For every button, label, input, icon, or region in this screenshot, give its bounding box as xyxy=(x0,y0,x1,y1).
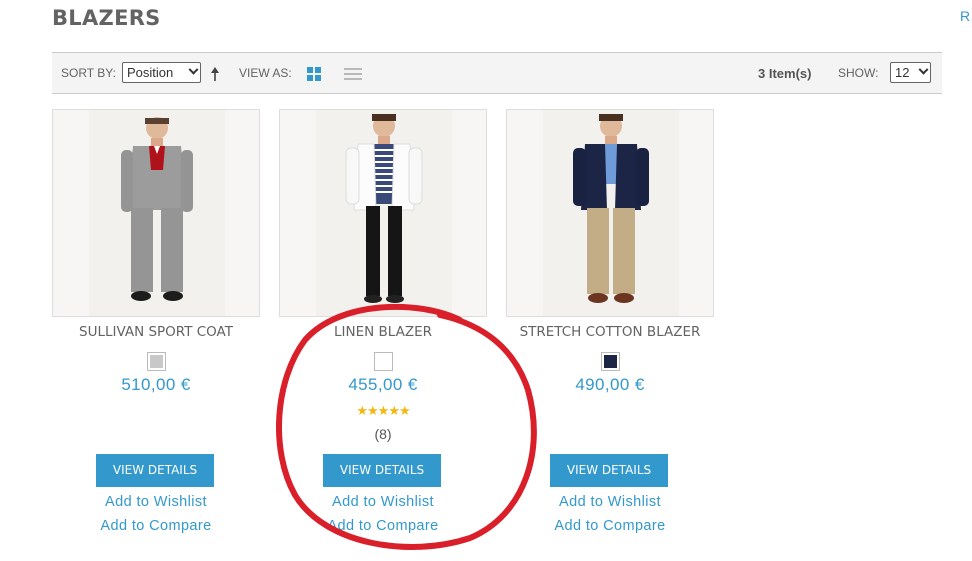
view-details-button[interactable]: VIEW DETAILS xyxy=(96,454,214,487)
chevron-down-icon xyxy=(918,64,929,75)
swatch-fill xyxy=(376,355,390,368)
add-to-compare-link[interactable]: Add to Compare xyxy=(506,518,714,534)
add-to-compare-link[interactable]: Add to Compare xyxy=(279,518,487,534)
sort-by-label: SORT BY: xyxy=(61,66,116,80)
add-to-wishlist-link[interactable]: Add to Wishlist xyxy=(279,494,487,510)
product-card: SULLIVAN SPORT COAT 510,00 € VIEW DETAIL… xyxy=(52,109,260,534)
view-details-button[interactable]: VIEW DETAILS xyxy=(550,454,668,487)
star-icon: ★ xyxy=(367,403,379,418)
product-image[interactable] xyxy=(279,109,487,317)
page-title: BLAZERS xyxy=(52,6,161,30)
review-count[interactable]: (8) xyxy=(279,426,487,442)
swatch-fill xyxy=(603,355,617,368)
product-price: 510,00 € xyxy=(121,375,191,394)
show-label: SHOW: xyxy=(838,66,879,80)
edge-link[interactable]: R xyxy=(960,8,970,24)
sort-by-select[interactable]: Position xyxy=(122,62,201,83)
star-icon: ★ xyxy=(388,403,400,418)
product-price: 455,00 € xyxy=(348,375,418,394)
product-name[interactable]: SULLIVAN SPORT COAT xyxy=(52,324,260,344)
list-view-icon[interactable] xyxy=(344,67,362,81)
product-image[interactable] xyxy=(52,109,260,317)
product-price: 490,00 € xyxy=(575,375,645,394)
color-swatch[interactable] xyxy=(373,352,393,371)
swatch-fill xyxy=(149,355,163,368)
star-icon: ★ xyxy=(398,403,411,418)
sort-by-value: Position xyxy=(127,65,174,80)
sort-direction-arrow-icon[interactable] xyxy=(209,66,221,82)
product-image[interactable] xyxy=(506,109,714,317)
product-name[interactable]: LINEN BLAZER xyxy=(279,324,487,344)
product-name[interactable]: STRETCH COTTON BLAZER xyxy=(506,324,714,344)
add-to-compare-link[interactable]: Add to Compare xyxy=(52,518,260,534)
product-card: STRETCH COTTON BLAZER 490,00 € VIEW DETA… xyxy=(506,109,714,534)
color-swatch[interactable] xyxy=(146,352,166,371)
view-as-label: VIEW AS: xyxy=(239,66,292,80)
item-count: 3 Item(s) xyxy=(758,66,812,81)
add-to-wishlist-link[interactable]: Add to Wishlist xyxy=(506,494,714,510)
show-per-page-value: 12 xyxy=(895,65,910,80)
toolbar: SORT BY: Position VIEW AS: 3 Item(s) SHO… xyxy=(52,52,942,94)
chevron-down-icon xyxy=(188,64,199,75)
product-card: LINEN BLAZER 455,00 € ★★★★★ (8) VIEW DET… xyxy=(279,109,487,534)
star-icon: ★ xyxy=(377,403,390,418)
view-details-button[interactable]: VIEW DETAILS xyxy=(323,454,441,487)
color-swatch[interactable] xyxy=(600,352,620,371)
show-per-page-select[interactable]: 12 xyxy=(890,62,931,83)
star-icon: ★ xyxy=(356,403,368,418)
grid-view-icon[interactable] xyxy=(307,67,321,81)
rating-stars: ★★★★★ xyxy=(279,403,487,418)
add-to-wishlist-link[interactable]: Add to Wishlist xyxy=(52,494,260,510)
